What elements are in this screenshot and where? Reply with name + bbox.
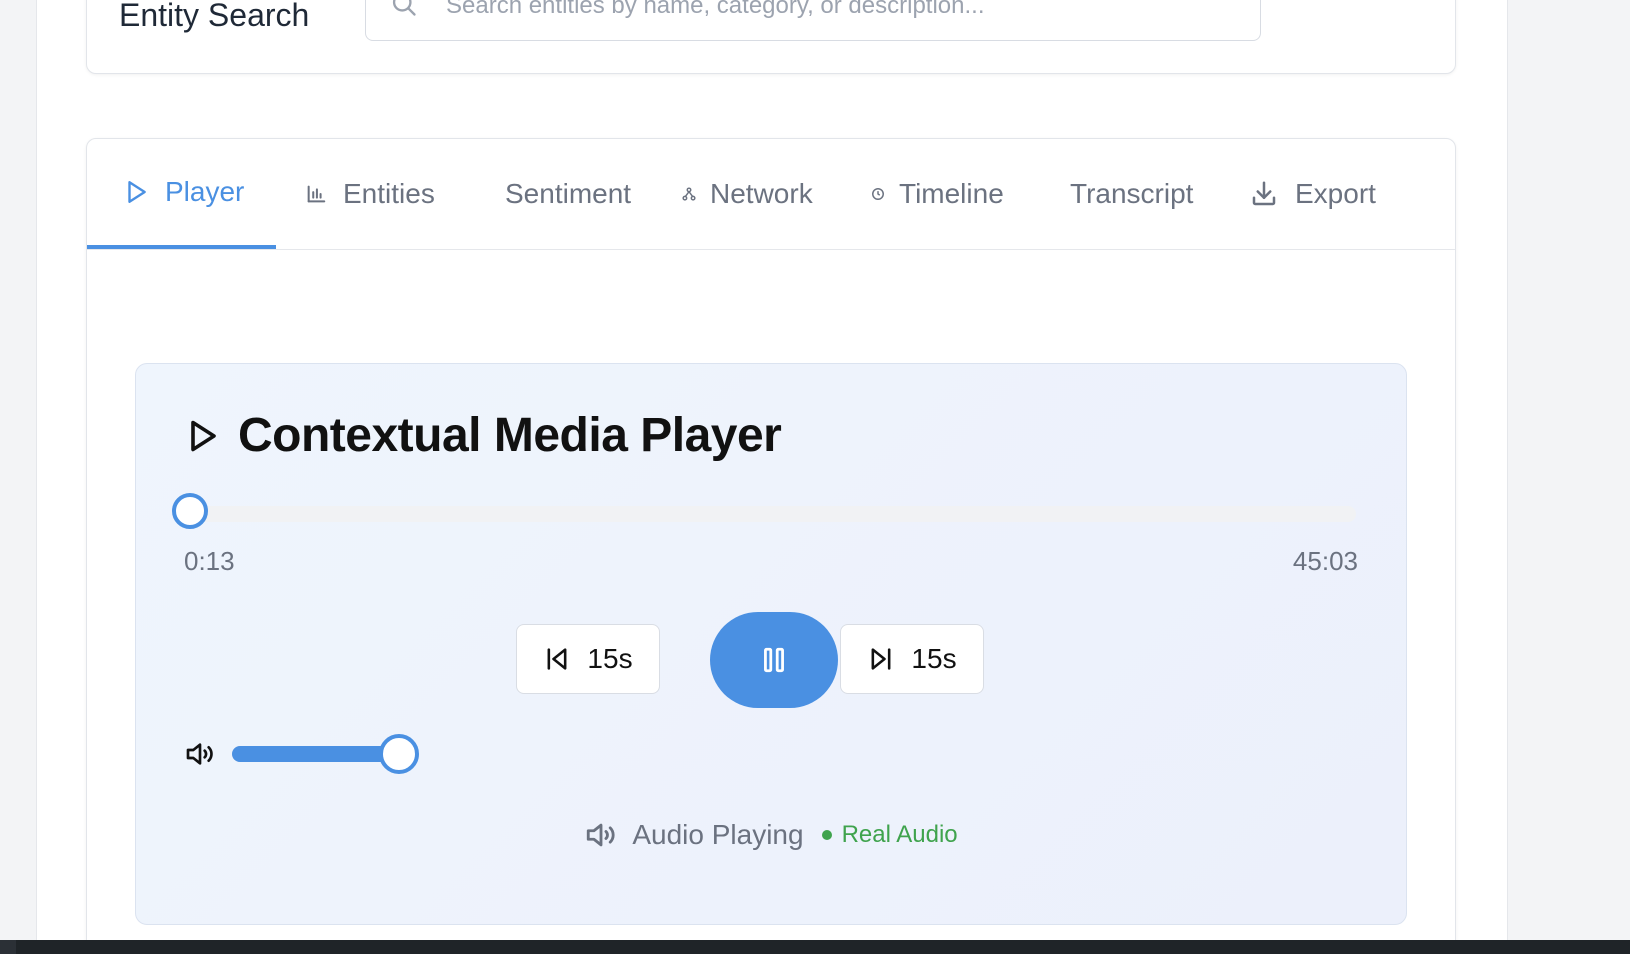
pause-button[interactable] [710, 612, 838, 708]
bottom-bar-accent [0, 940, 16, 954]
play-icon [191, 420, 216, 451]
progress-slider[interactable] [171, 493, 1356, 529]
skip-back-button[interactable]: 15s [516, 624, 660, 694]
media-player-panel: Contextual Media Player 0:13 45:03 15s 1 [135, 363, 1407, 925]
entity-search-title: Entity Search [119, 0, 310, 33]
player-title: Contextual Media Player [238, 409, 782, 462]
skip-forward-label: 15s [911, 643, 957, 674]
tab-label: Player [165, 176, 245, 207]
bar-chart-icon [305, 183, 327, 205]
tab-label: Network [710, 178, 813, 209]
speaker-icon [584, 818, 618, 852]
tab-bar: Player Entities Sentiment Network Timeli… [87, 139, 1455, 250]
bottom-bar [0, 940, 1630, 954]
search-input[interactable] [446, 0, 1226, 36]
search-icon [392, 0, 416, 16]
tab-export[interactable]: Export [1249, 139, 1376, 249]
network-icon [682, 187, 696, 201]
progress-thumb[interactable] [171, 493, 208, 529]
playback-controls: 15s 15s [136, 612, 1406, 712]
current-time: 0:13 [184, 546, 235, 576]
tab-sentiment[interactable]: Sentiment [505, 139, 631, 249]
tab-entities[interactable]: Entities [305, 139, 435, 249]
tabs-card: Player Entities Sentiment Network Timeli… [86, 138, 1456, 954]
tab-player[interactable]: Player [87, 139, 277, 249]
volume-fill [232, 746, 399, 762]
volume-slider[interactable] [232, 734, 419, 774]
tab-label: Export [1295, 178, 1376, 209]
badge-text: Real Audio [841, 821, 958, 848]
volume-control [184, 734, 584, 774]
download-icon [1249, 179, 1279, 209]
skip-back-label: 15s [587, 643, 633, 674]
skip-forward-icon [871, 648, 891, 670]
status-text: Audio Playing [632, 819, 804, 850]
playback-status: Audio Playing Real Audio [136, 818, 1406, 852]
tab-network[interactable]: Network [682, 139, 813, 249]
tab-label: Timeline [899, 178, 1004, 209]
tab-timeline[interactable]: Timeline [871, 139, 1004, 249]
pause-icon [764, 647, 784, 673]
skip-back-icon [547, 648, 567, 670]
skip-forward-button[interactable]: 15s [840, 624, 984, 694]
player-header: Contextual Media Player [184, 408, 782, 463]
total-time: 45:03 [1292, 546, 1358, 576]
search-box[interactable] [365, 0, 1261, 41]
app-page: Entity Search Player Entities [0, 0, 1630, 954]
clock-icon [871, 187, 885, 201]
real-audio-badge: Real Audio [821, 821, 958, 849]
status-dot-icon [821, 830, 832, 840]
entity-search-card: Entity Search [86, 0, 1456, 74]
volume-icon[interactable] [184, 738, 216, 770]
tab-label: Transcript [1070, 178, 1194, 209]
tab-label: Entities [343, 178, 435, 209]
tab-label: Sentiment [505, 178, 632, 209]
volume-thumb[interactable] [378, 734, 419, 774]
tab-transcript[interactable]: Transcript [1070, 139, 1193, 249]
play-icon [123, 178, 149, 206]
